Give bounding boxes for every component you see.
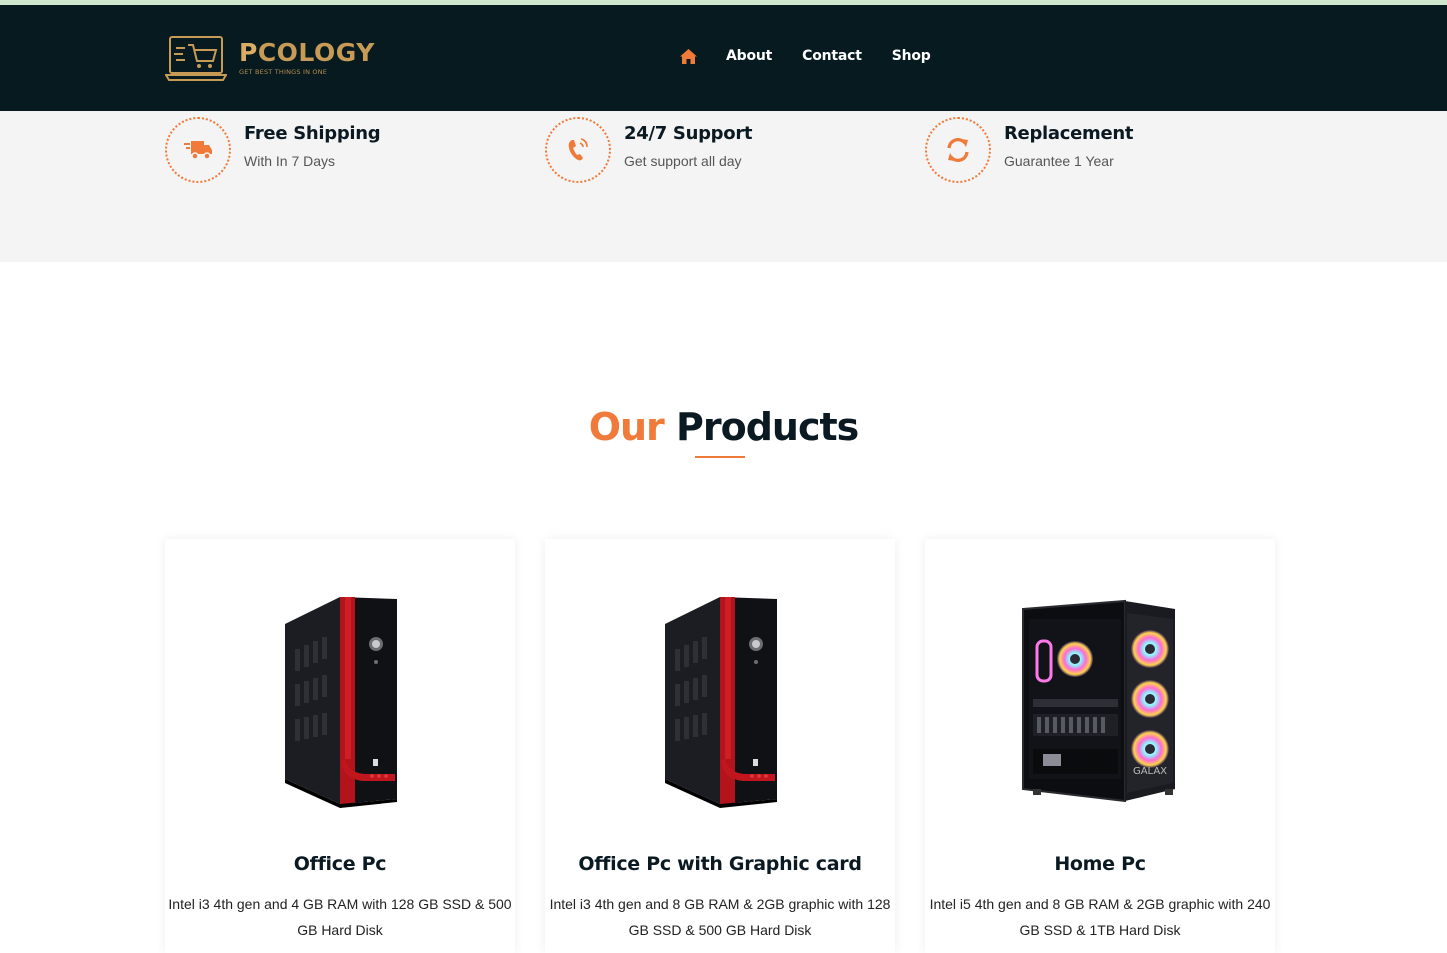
feature-free-shipping: Free Shipping With In 7 Days: [165, 117, 381, 183]
feature-icon-circle: [165, 117, 231, 183]
product-image[interactable]: GALAX: [925, 589, 1275, 814]
brand-text: PCOLOGY GET BEST THINGS IN ONE: [239, 39, 375, 77]
home-icon[interactable]: [680, 48, 697, 64]
feature-icon-circle: [925, 117, 991, 183]
brand-name: PCOLOGY: [239, 39, 375, 67]
product-description: Intel i5 4th gen and 8 GB RAM & 2GB grap…: [929, 896, 1271, 938]
section-title-main: Products: [676, 405, 859, 449]
product-title[interactable]: Home Pc: [925, 853, 1275, 875]
navbar: PCOLOGY GET BEST THINGS IN ONE About Con…: [0, 5, 1447, 111]
truck-icon: [184, 141, 212, 160]
section-title-underline: [695, 456, 745, 458]
feature-replacement: Replacement Guarantee 1 Year: [925, 117, 1134, 183]
laptop-cart-icon: [165, 36, 227, 81]
section-title: Our Products: [0, 405, 1447, 449]
feature-text: Free Shipping With In 7 Days: [244, 123, 381, 183]
black-red-tower-pc: [665, 597, 777, 808]
brand-name-rest: COLOGY: [257, 38, 375, 67]
product-description: Intel i3 4th gen and 8 GB RAM & 2GB grap…: [549, 896, 891, 938]
product-card[interactable]: Office Pc with Graphic card Intel i3 4th…: [545, 539, 895, 953]
product-card[interactable]: GALAX Home Pc Intel i5 4th gen and 8 GB …: [925, 539, 1275, 953]
black-red-tower-pc: [285, 597, 397, 808]
nav-link-about[interactable]: About: [726, 48, 772, 64]
feature-title: Replacement: [1004, 123, 1134, 144]
feature-support: 24/7 Support Get support all day: [545, 117, 753, 183]
feature-subtitle: With In 7 Days: [244, 153, 336, 169]
brand-name-first: P: [239, 38, 258, 67]
nav-link-shop[interactable]: Shop: [892, 48, 931, 64]
product-card[interactable]: Office Pc Intel i3 4th gen and 4 GB RAM …: [165, 539, 515, 953]
galax-brand-label: GALAX: [1133, 766, 1167, 777]
phone-icon: [568, 138, 588, 161]
brand-tagline: GET BEST THINGS IN ONE: [239, 68, 328, 76]
feature-title: 24/7 Support: [624, 123, 753, 144]
feature-subtitle: Guarantee 1 Year: [1004, 153, 1114, 169]
brand-logo[interactable]: PCOLOGY GET BEST THINGS IN ONE: [165, 35, 375, 83]
section-title-accent: Our: [588, 405, 665, 449]
rgb-gaming-pc: GALAX: [1022, 599, 1175, 803]
feature-icon-circle: [545, 117, 611, 183]
features-bar: Free Shipping With In 7 Days 24/7 Suppor…: [0, 111, 1447, 262]
product-title[interactable]: Office Pc with Graphic card: [545, 853, 895, 875]
product-image[interactable]: [165, 589, 515, 814]
feature-subtitle: Get support all day: [624, 153, 742, 169]
refresh-icon: [947, 138, 969, 162]
product-title[interactable]: Office Pc: [165, 853, 515, 875]
feature-title: Free Shipping: [244, 123, 381, 144]
product-description: Intel i3 4th gen and 4 GB RAM with 128 G…: [168, 896, 512, 938]
feature-text: 24/7 Support Get support all day: [624, 123, 753, 183]
product-image[interactable]: [545, 589, 895, 814]
nav-link-contact[interactable]: Contact: [802, 48, 862, 64]
main-nav: About Contact Shop: [680, 48, 961, 64]
feature-text: Replacement Guarantee 1 Year: [1004, 123, 1134, 183]
